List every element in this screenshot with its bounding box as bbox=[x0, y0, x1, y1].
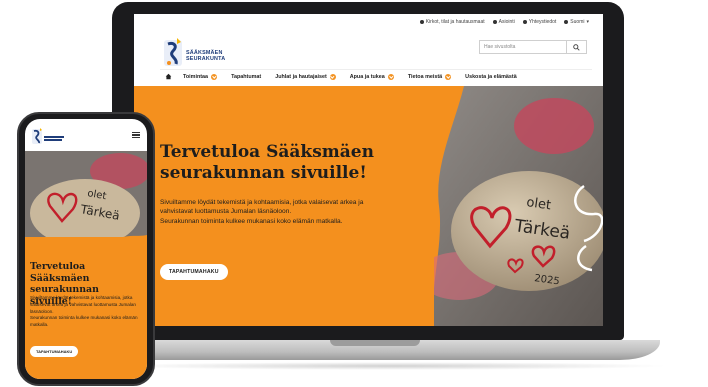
nav-item-apua[interactable]: Apua ja tukea bbox=[343, 73, 401, 80]
chevron-down-icon: ▾ bbox=[586, 19, 589, 25]
hero-photo: olet Tärkeä 2025 bbox=[434, 86, 603, 326]
utility-nav-contacts[interactable]: Yhteystiedot bbox=[522, 19, 556, 25]
utility-nav-churches[interactable]: Kirkot, tilat ja hautausmaat bbox=[419, 19, 485, 25]
phone-hero-text-paragraph-1: Sivuiltamme löydät tekemistä ja kohtaami… bbox=[30, 295, 136, 314]
nav-item-tapahtumat[interactable]: Tapahtumat bbox=[224, 74, 268, 80]
phone-hero-text-paragraph-2: Seurakunnan toiminta kulkee mukanasi kok… bbox=[30, 315, 138, 328]
phone-icon bbox=[522, 20, 527, 24]
chevron-down-icon bbox=[211, 73, 218, 80]
hero-text-paragraph-2: Seurakunnan toiminta kulkee mukanasi kok… bbox=[160, 217, 343, 225]
laptop-shadow bbox=[110, 362, 670, 370]
language-select[interactable]: Suomi ▾ bbox=[564, 19, 589, 25]
phone-screen: olet Tärkeä Tervetuloa Sääksmäen seuraku… bbox=[25, 119, 147, 379]
search-bar bbox=[479, 40, 587, 54]
menu-icon[interactable] bbox=[132, 132, 140, 138]
laptop-notch bbox=[330, 340, 420, 346]
event-search-button[interactable]: TAPAHTUMAHAKU bbox=[160, 264, 228, 280]
location-icon bbox=[419, 20, 424, 24]
phone-event-search-button[interactable]: TAPAHTUMAHAKU bbox=[30, 346, 79, 357]
phone-site-logo[interactable] bbox=[31, 127, 71, 147]
nav-item-juhlat[interactable]: Juhlat ja hautajaiset bbox=[268, 73, 343, 80]
laptop-screen: Kirkot, tilat ja hautausmaat Asiointi Yh… bbox=[134, 14, 603, 326]
search-input[interactable] bbox=[480, 41, 566, 53]
logo-name-line2: SEURAKUNTA bbox=[186, 56, 226, 62]
document-icon bbox=[492, 20, 497, 24]
hero-title: Tervetuloa Sääksmäen seurakunnan sivuill… bbox=[160, 142, 374, 183]
chevron-down-icon bbox=[329, 73, 336, 80]
hero-text-paragraph-1: Sivuiltamme löydät tekemistä ja kohtaami… bbox=[160, 199, 364, 216]
hero-banner: olet Tärkeä 2025 Tervetuloa Sääksmäen se… bbox=[134, 86, 603, 326]
phone-hero-text: Sivuiltamme löydät tekemistä ja kohtaami… bbox=[30, 295, 142, 329]
nav-item-tietoa[interactable]: Tietoa meistä bbox=[401, 73, 458, 80]
utility-nav-asiointi[interactable]: Asiointi bbox=[492, 19, 515, 25]
chevron-down-icon bbox=[387, 73, 394, 80]
search-button[interactable] bbox=[566, 41, 586, 53]
home-icon bbox=[165, 73, 171, 80]
globe-icon bbox=[564, 20, 569, 24]
nav-item-toimintaa[interactable]: Toimintaa bbox=[176, 73, 224, 80]
parish-emblem-icon bbox=[164, 38, 182, 66]
main-nav: Toimintaa Tapahtumat Juhlat ja hautajais… bbox=[160, 69, 592, 83]
nav-item-uskosta[interactable]: Uskosta ja elämästä bbox=[458, 74, 524, 80]
hero-text: Sivuiltamme löydät tekemistä ja kohtaami… bbox=[160, 198, 372, 226]
search-icon bbox=[573, 43, 580, 51]
utility-nav: Kirkot, tilat ja hautausmaat Asiointi Yh… bbox=[134, 14, 603, 30]
nav-home[interactable] bbox=[160, 73, 176, 80]
site-logo[interactable]: SÄÄKSMÄEN SEURAKUNTA bbox=[162, 36, 232, 72]
chevron-down-icon bbox=[445, 73, 452, 80]
